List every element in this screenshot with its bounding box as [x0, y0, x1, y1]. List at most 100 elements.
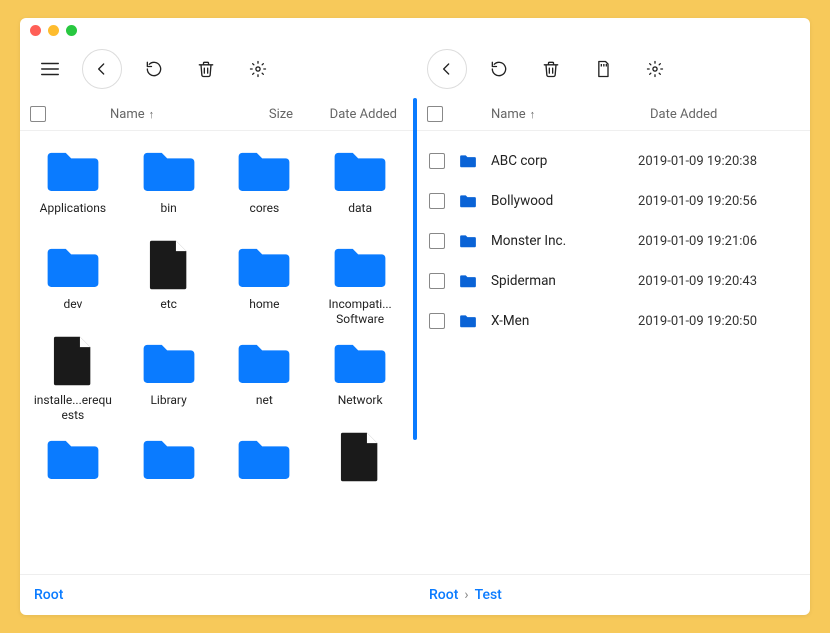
list-item[interactable]: Monster Inc. 2019-01-09 19:21:06 — [427, 221, 800, 261]
folder-icon — [235, 239, 293, 291]
item-label: home — [249, 297, 279, 327]
folder-icon — [44, 431, 102, 483]
item-name[interactable]: ABC corp — [491, 153, 624, 169]
row-checkbox[interactable] — [429, 313, 445, 329]
list-item[interactable]: Spiderman 2019-01-09 19:20:43 — [427, 261, 800, 301]
window-maximize-button[interactable] — [66, 25, 77, 36]
left-toolbar — [20, 40, 413, 98]
list-item[interactable]: Bollywood 2019-01-09 19:20:56 — [427, 181, 800, 221]
item-name[interactable]: X-Men — [491, 313, 624, 329]
folder-item[interactable]: Library — [124, 333, 214, 423]
column-name-label: Name — [491, 107, 526, 122]
folder-item[interactable] — [124, 429, 214, 519]
right-column-header: Name ↑ Date Added — [417, 98, 810, 131]
breadcrumb-bar: Root Root › Test — [20, 574, 810, 615]
item-label: installe...erequests — [32, 393, 114, 423]
item-label: data — [348, 201, 372, 231]
column-date-added[interactable]: Date Added — [650, 107, 800, 122]
folder-icon — [235, 335, 293, 387]
select-all-checkbox[interactable] — [30, 106, 46, 122]
folder-item[interactable]: dev — [28, 237, 118, 327]
back-button[interactable] — [82, 49, 122, 89]
column-name[interactable]: Name ↑ — [110, 107, 213, 122]
trash-button[interactable] — [531, 49, 571, 89]
trash-button[interactable] — [186, 49, 226, 89]
item-label: Library — [150, 393, 186, 423]
item-label: net — [256, 393, 273, 423]
sdcard-button[interactable] — [583, 49, 623, 89]
folder-icon — [44, 239, 102, 291]
file-icon — [331, 431, 389, 483]
breadcrumb-segment[interactable]: Root — [429, 587, 458, 603]
breadcrumb-separator: › — [464, 587, 468, 603]
column-size[interactable]: Size — [223, 107, 293, 122]
folder-item[interactable] — [28, 429, 118, 519]
item-label: etc — [160, 297, 177, 327]
folder-icon — [459, 153, 477, 169]
item-date: 2019-01-09 19:21:06 — [638, 234, 798, 249]
row-checkbox[interactable] — [429, 233, 445, 249]
list-item[interactable]: X-Men 2019-01-09 19:20:50 — [427, 301, 800, 341]
refresh-button[interactable] — [134, 49, 174, 89]
refresh-button[interactable] — [479, 49, 519, 89]
breadcrumb-segment[interactable]: Root — [34, 587, 63, 603]
folder-item[interactable] — [220, 429, 310, 519]
breadcrumb-segment[interactable]: Test — [475, 587, 502, 603]
back-button[interactable] — [427, 49, 467, 89]
item-date: 2019-01-09 19:20:56 — [638, 194, 798, 209]
column-date-added[interactable]: Date Added — [303, 107, 403, 122]
list-view: ABC corp 2019-01-09 19:20:38 Bollywood 2… — [417, 131, 810, 341]
item-label: Incompati... Software — [319, 297, 401, 327]
item-label: cores — [250, 201, 280, 231]
folder-icon — [140, 431, 198, 483]
folder-icon — [140, 335, 198, 387]
file-item[interactable]: etc — [124, 237, 214, 327]
select-all-checkbox[interactable] — [427, 106, 443, 122]
file-item[interactable]: installe...erequests — [28, 333, 118, 423]
sort-asc-icon: ↑ — [530, 108, 536, 121]
sort-asc-icon: ↑ — [149, 108, 155, 121]
item-date: 2019-01-09 19:20:38 — [638, 154, 798, 169]
folder-item[interactable]: cores — [220, 141, 310, 231]
item-date: 2019-01-09 19:20:50 — [638, 314, 798, 329]
window-minimize-button[interactable] — [48, 25, 59, 36]
folder-item[interactable]: bin — [124, 141, 214, 231]
row-checkbox[interactable] — [429, 193, 445, 209]
folder-icon — [459, 313, 477, 329]
row-checkbox[interactable] — [429, 153, 445, 169]
folder-item[interactable]: net — [220, 333, 310, 423]
column-name[interactable]: Name ↑ — [491, 107, 640, 122]
folder-item[interactable]: Applications — [28, 141, 118, 231]
folder-item[interactable]: data — [315, 141, 405, 231]
list-item[interactable]: ABC corp 2019-01-09 19:20:38 — [427, 141, 800, 181]
file-icon — [44, 335, 102, 387]
item-date: 2019-01-09 19:20:43 — [638, 274, 798, 289]
item-name[interactable]: Bollywood — [491, 193, 624, 209]
file-icon — [140, 239, 198, 291]
folder-item[interactable]: Incompati... Software — [315, 237, 405, 327]
settings-button[interactable] — [238, 49, 278, 89]
right-pane: Name ↑ Date Added ABC corp 2019-01-09 19… — [417, 40, 810, 574]
column-name-label: Name — [110, 107, 145, 122]
left-pane: Name ↑ Size Date Added Applications bin … — [20, 40, 413, 574]
left-breadcrumb: Root — [20, 575, 415, 615]
item-label: dev — [63, 297, 82, 327]
file-item[interactable] — [315, 429, 405, 519]
window-close-button[interactable] — [30, 25, 41, 36]
folder-item[interactable]: Network — [315, 333, 405, 423]
folder-icon — [44, 143, 102, 195]
item-name[interactable]: Monster Inc. — [491, 233, 624, 249]
right-content: ABC corp 2019-01-09 19:20:38 Bollywood 2… — [417, 131, 810, 574]
menu-button[interactable] — [30, 49, 70, 89]
row-checkbox[interactable] — [429, 273, 445, 289]
left-column-header: Name ↑ Size Date Added — [20, 98, 413, 131]
item-label: bin — [160, 201, 176, 231]
folder-item[interactable]: home — [220, 237, 310, 327]
item-label: Applications — [40, 201, 106, 231]
item-name[interactable]: Spiderman — [491, 273, 624, 289]
right-toolbar — [417, 40, 810, 98]
file-manager-window: Name ↑ Size Date Added Applications bin … — [20, 18, 810, 615]
settings-button[interactable] — [635, 49, 675, 89]
icon-grid: Applications bin cores data dev etc home… — [20, 131, 413, 519]
folder-icon — [459, 193, 477, 209]
